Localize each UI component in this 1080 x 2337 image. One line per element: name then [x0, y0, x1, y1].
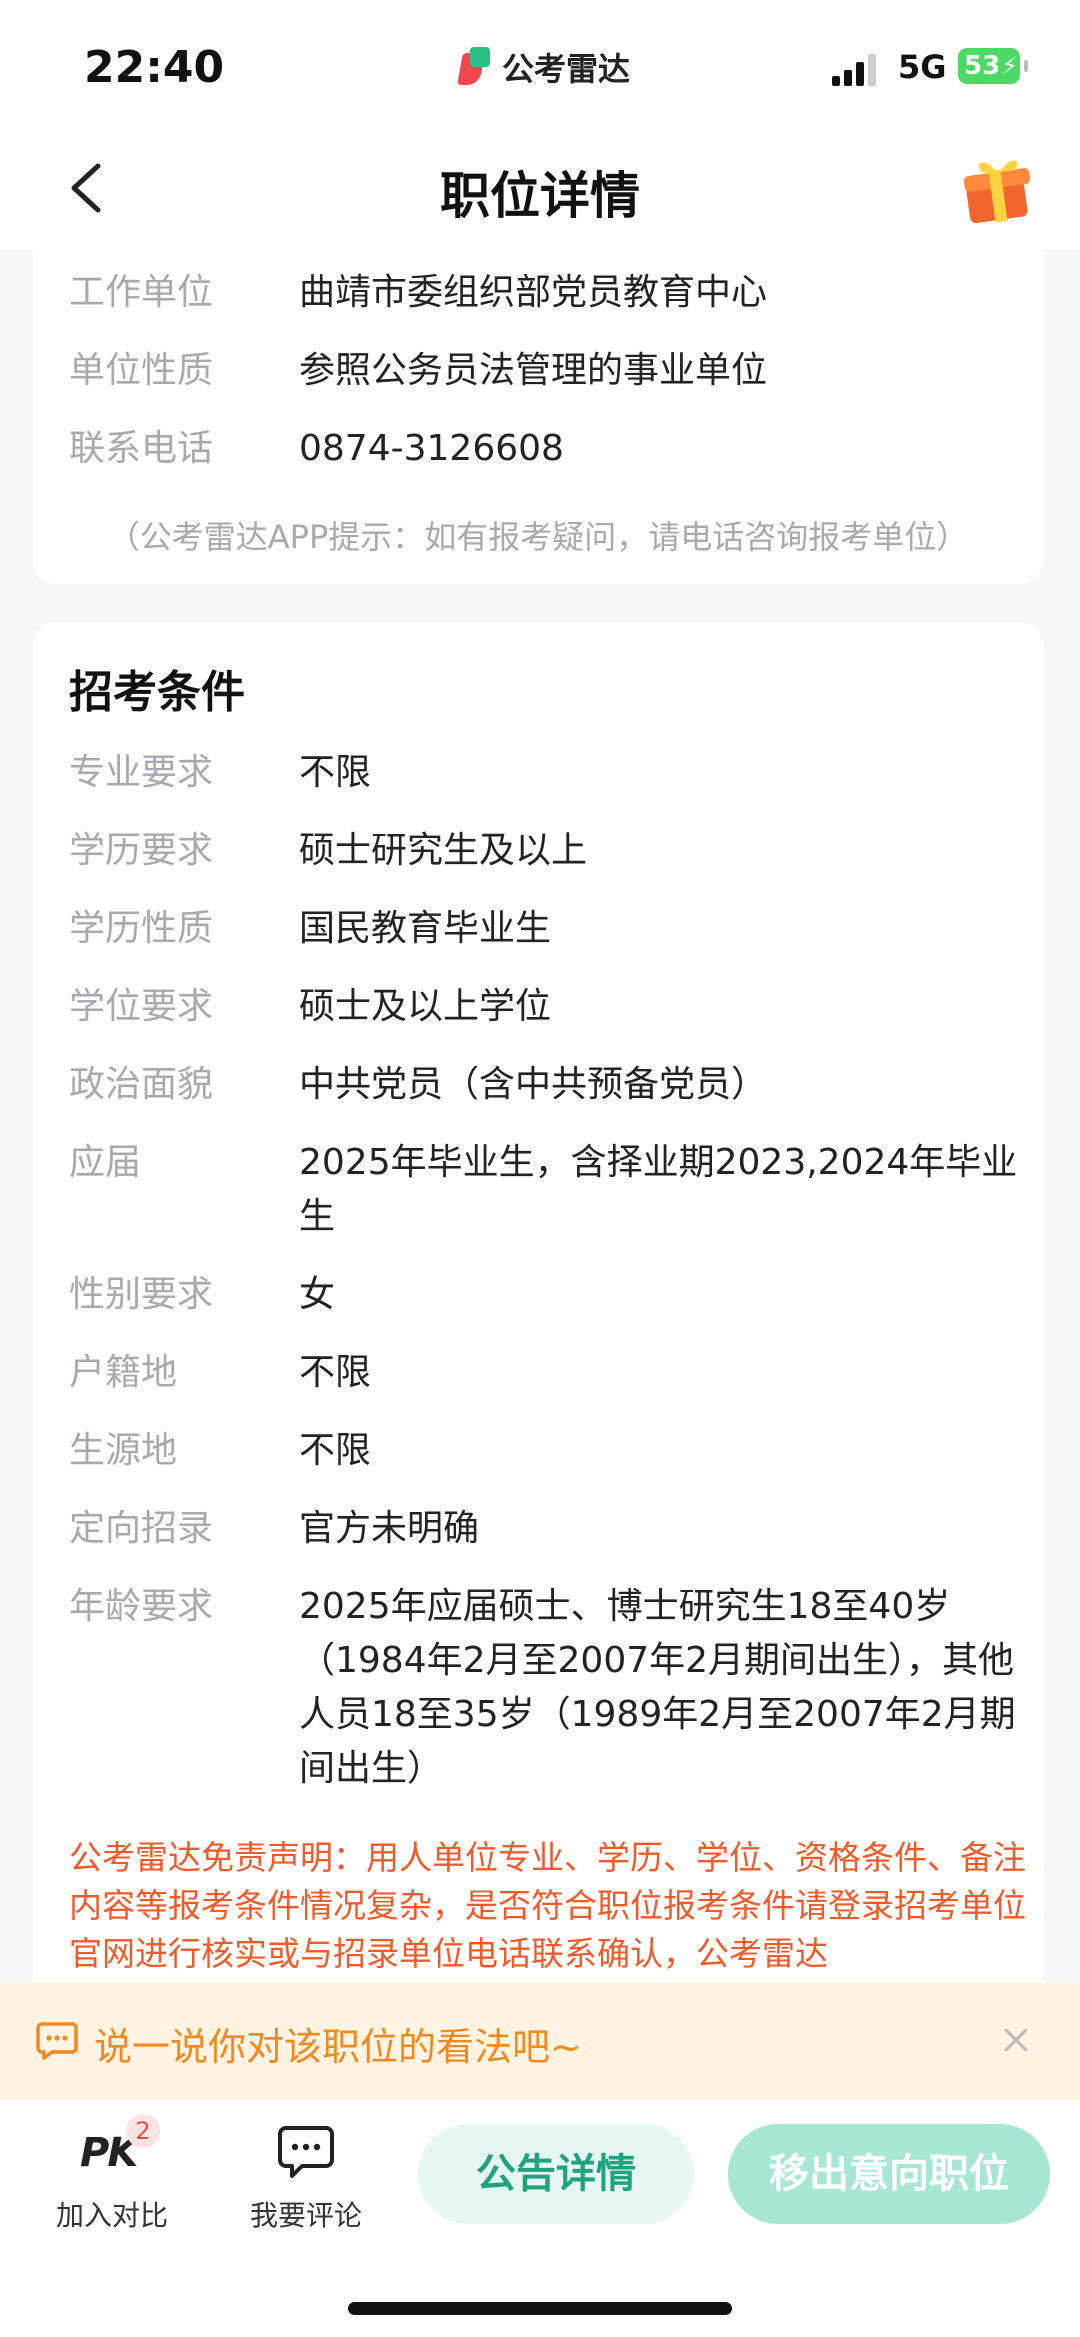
condition-label: 专业要求: [69, 752, 214, 793]
remove-intent-button[interactable]: 移出意向职位: [728, 2124, 1050, 2224]
disclaimer-text: 公考雷达免责声明：用人单位专业、学历、学位、资格条件、备注内容等报考条件情况复杂…: [69, 1838, 1026, 1973]
brand-name: 公考雷达: [502, 50, 631, 88]
condition-label: 生源地: [69, 1430, 178, 1471]
comment-prompt-text[interactable]: 说一说你对该职位的看法吧~: [94, 2016, 582, 2071]
nav-header: 职位详情: [0, 130, 1080, 250]
conditions-card: 招考条件 专业要求 不限 学历要求 硕士研究生及以上 学历性质 国民教育毕业生 …: [33, 622, 1043, 2002]
comment-prompt-bar[interactable]: 说一说你对该职位的看法吧~: [0, 1982, 1080, 2100]
status-bar: 22:40 公考雷达 5G 53 ⚡: [0, 0, 1080, 130]
condition-row: 专业要求 不限: [69, 746, 1019, 800]
condition-value: 国民教育毕业生: [299, 908, 552, 949]
write-comment-button[interactable]: 我要评论: [226, 2122, 386, 2234]
battery-level: 53: [964, 51, 1001, 81]
condition-value: 中共党员（含中共预备党员）: [299, 1064, 768, 1105]
condition-label: 政治面貌: [69, 1064, 214, 1105]
condition-row: 户籍地 不限: [69, 1346, 1019, 1400]
condition-label: 学位要求: [69, 986, 214, 1027]
back-arrow-icon[interactable]: [62, 160, 118, 216]
close-icon[interactable]: [994, 2018, 1038, 2062]
condition-label: 定向招录: [69, 1508, 214, 1549]
network-label: 5G: [898, 48, 947, 86]
battery-cap: [1024, 60, 1028, 72]
compare-count-badge: 2: [126, 2114, 160, 2148]
condition-row: 应届 2025年毕业生，含择业期2023,2024年毕业生: [69, 1136, 1019, 1244]
condition-row: 学历要求 硕士研究生及以上: [69, 824, 1019, 878]
status-time: 22:40: [84, 42, 225, 93]
notice-detail-button[interactable]: 公告详情: [418, 2124, 694, 2224]
condition-value: 硕士研究生及以上: [299, 830, 588, 871]
condition-value: 官方未明确: [299, 1508, 480, 1549]
section-title: 招考条件: [69, 667, 245, 718]
info-row-nature: 单位性质 参照公务员法管理的事业单位: [69, 344, 1019, 398]
info-value: 参照公务员法管理的事业单位: [299, 350, 768, 391]
condition-row: 学位要求 硕士及以上学位: [69, 980, 1019, 1034]
condition-value: 2025年应届硕士、博士研究生18至40岁（1984年2月至2007年2月期间出…: [299, 1586, 1016, 1789]
condition-label: 应届: [69, 1142, 142, 1183]
info-label: 工作单位: [69, 272, 214, 313]
condition-label: 性别要求: [69, 1274, 214, 1315]
home-indicator[interactable]: [348, 2302, 732, 2315]
condition-value: 硕士及以上学位: [299, 986, 552, 1027]
condition-value: 女: [299, 1274, 336, 1315]
info-value: 曲靖市委组织部党员教育中心: [299, 272, 768, 313]
phone-number[interactable]: 0874-3126608: [299, 422, 1019, 476]
page-title: 职位详情: [440, 167, 640, 225]
condition-row: 生源地 不限: [69, 1424, 1019, 1478]
charging-bolt-icon: ⚡: [1001, 52, 1019, 80]
info-row-phone[interactable]: 联系电话 0874-3126608: [69, 422, 1019, 476]
condition-value: 不限: [299, 752, 372, 793]
comment-label: 我要评论: [249, 2199, 362, 2232]
info-label: 单位性质: [69, 350, 214, 391]
condition-row: 性别要求 女: [69, 1268, 1019, 1322]
compare-label: 加入对比: [55, 2199, 168, 2232]
add-compare-button[interactable]: PK 2 加入对比: [32, 2114, 192, 2234]
contact-hint: （公考雷达APP提示：如有报考疑问，请电话咨询报考单位）: [107, 518, 969, 556]
condition-label: 学历要求: [69, 830, 214, 871]
condition-row: 学历性质 国民教育毕业生: [69, 902, 1019, 956]
condition-row: 定向招录 官方未明确: [69, 1502, 1019, 1556]
condition-value: 不限: [299, 1352, 372, 1393]
condition-value: 不限: [299, 1430, 372, 1471]
chat-icon: [278, 2126, 334, 2178]
battery-icon: 53 ⚡: [958, 48, 1028, 84]
condition-label: 年龄要求: [69, 1586, 214, 1627]
condition-row: 政治面貌 中共党员（含中共预备党员）: [69, 1058, 1019, 1112]
info-label: 联系电话: [69, 428, 214, 469]
info-row-unit: 工作单位 曲靖市委组织部党员教育中心: [69, 266, 1019, 320]
unit-info-card: 工作单位 曲靖市委组织部党员教育中心 单位性质 参照公务员法管理的事业单位 联系…: [33, 250, 1043, 584]
condition-value: 2025年毕业生，含择业期2023,2024年毕业生: [299, 1142, 1018, 1237]
signal-icon: [832, 52, 878, 86]
brand-logo: 公考雷达: [457, 44, 631, 90]
bottom-action-bar: PK 2 加入对比 我要评论 公告详情 移出意向职位: [0, 2100, 1080, 2337]
condition-label: 学历性质: [69, 908, 214, 949]
pk-icon: PK 2: [72, 2114, 160, 2182]
condition-row: 年龄要求 2025年应届硕士、博士研究生18至40岁（1984年2月至2007年…: [69, 1580, 1019, 1796]
gift-icon[interactable]: [962, 152, 1036, 226]
condition-label: 户籍地: [69, 1352, 178, 1393]
comment-bubble-icon: [36, 2022, 78, 2060]
brand-mark-icon: [457, 47, 492, 87]
